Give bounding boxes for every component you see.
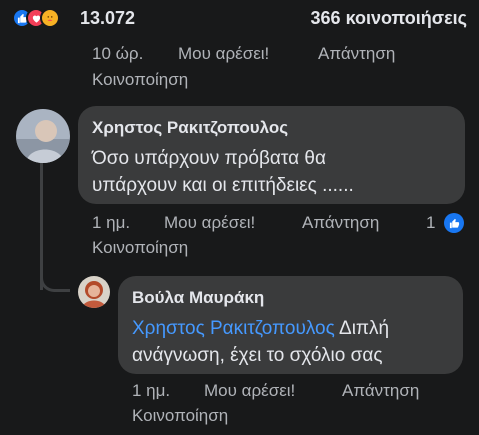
mention-link[interactable]: Χρηστος Ρακιτζοπουλος xyxy=(132,318,335,339)
comment-text-line: Χρηστος Ρακιτζοπουλος Διπλή xyxy=(132,315,389,342)
share-button[interactable]: Κοινοποίηση xyxy=(92,70,188,90)
comment-text: Διπλή xyxy=(334,318,390,339)
reaction-count[interactable]: 13.072 xyxy=(80,8,135,29)
reply-bubble: Βούλα Μαυράκη Χρηστος Ρακιτζοπουλος Διπλ… xyxy=(118,276,463,374)
like-icon[interactable] xyxy=(444,213,464,233)
comment-time[interactable]: 1 ημ. xyxy=(132,381,170,401)
like-button[interactable]: Μου αρέσει! xyxy=(164,213,255,233)
thread-connector xyxy=(40,270,70,292)
share-button[interactable]: Κοινοποίηση xyxy=(92,238,188,258)
comment-bubble: Χρηστος Ρακιτζοπουλος Όσο υπάρχουν πρόβα… xyxy=(78,106,465,204)
comment-text-line: ανάγνωση, έχει το σχόλιο σας xyxy=(132,345,383,366)
like-button[interactable]: Μου αρέσει! xyxy=(178,44,269,64)
reply-button[interactable]: Απάντηση xyxy=(302,213,379,233)
comment-time[interactable]: 10 ώρ. xyxy=(92,44,143,64)
reply-button[interactable]: Απάντηση xyxy=(342,381,419,401)
avatar[interactable] xyxy=(78,276,110,308)
reaction-count[interactable]: 1 xyxy=(426,213,435,233)
comment-actions: 1 ημ. Μου αρέσει! Απάντηση 1 xyxy=(92,213,472,237)
reaction-icons[interactable] xyxy=(12,8,70,28)
comment-actions: 1 ημ. Μου αρέσει! Απάντηση xyxy=(132,381,472,405)
comment-text-line: υπάρχουν και οι επιτήδειες ...... xyxy=(92,175,354,196)
shares-count[interactable]: 366 κοινοποιήσεις xyxy=(311,8,467,29)
comment-author[interactable]: Βούλα Μαυράκη xyxy=(132,288,264,308)
like-button[interactable]: Μου αρέσει! xyxy=(204,381,295,401)
avatar[interactable] xyxy=(16,109,70,163)
comment-text-line: Όσο υπάρχουν πρόβατα θα xyxy=(92,148,326,169)
prev-comment-actions: 10 ώρ. Μου αρέσει! Απάντηση xyxy=(92,44,472,68)
reply-button[interactable]: Απάντηση xyxy=(318,44,395,64)
share-button[interactable]: Κοινοποίηση xyxy=(132,406,228,426)
care-icon xyxy=(40,8,60,28)
comment-author[interactable]: Χρηστος Ρακιτζοπουλος xyxy=(92,118,288,138)
comment-time[interactable]: 1 ημ. xyxy=(92,213,130,233)
